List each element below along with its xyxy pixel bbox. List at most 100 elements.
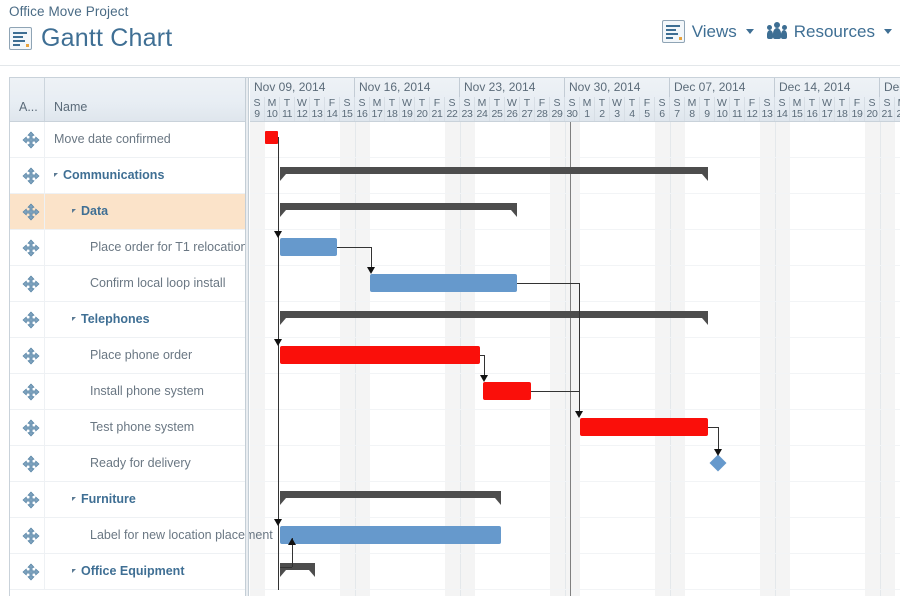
move-handle-icon[interactable] <box>22 491 40 509</box>
gantt-canvas[interactable] <box>250 122 900 596</box>
task-name-label: Move date confirmed <box>54 132 171 146</box>
task-row[interactable]: Label for new location placement <box>10 518 273 554</box>
move-handle-icon[interactable] <box>22 131 40 149</box>
timeline-day-header: M22 <box>895 97 900 121</box>
summary-bar[interactable] <box>280 311 708 318</box>
move-handle-icon[interactable] <box>22 419 40 437</box>
task-name-label: Place phone order <box>90 348 193 362</box>
task-row[interactable]: Place phone order <box>10 338 245 374</box>
move-handle-icon[interactable] <box>22 527 40 545</box>
timeline-day-header: S 21 <box>880 97 895 121</box>
timeline-day-header: F 14 <box>325 97 340 121</box>
row-gridline <box>250 517 900 518</box>
attachment-column-header[interactable]: A... <box>19 100 38 114</box>
timeline-day-header: F 19 <box>850 97 865 121</box>
task-row[interactable]: Office Equipment <box>10 554 245 590</box>
move-handle-icon[interactable] <box>22 455 40 473</box>
summary-bar-cap-left[interactable] <box>280 570 286 577</box>
move-handle-icon[interactable] <box>22 311 40 329</box>
task-row[interactable]: Telephones <box>10 302 245 338</box>
collapse-triangle-icon[interactable] <box>54 173 58 177</box>
task-name: Data <box>72 204 108 218</box>
timeline-day-header: T 25 <box>490 97 505 121</box>
summary-bar-cap-right[interactable] <box>511 210 517 217</box>
views-menu-button[interactable]: Views <box>661 20 754 43</box>
task-bar[interactable] <box>280 526 501 544</box>
gantt-view-icon <box>9 26 32 50</box>
task-name-label: Confirm local loop install <box>90 276 226 290</box>
move-handle-icon[interactable] <box>22 203 40 221</box>
column-divider <box>44 122 45 157</box>
task-bar[interactable] <box>280 238 337 256</box>
task-name: Furniture <box>72 492 136 506</box>
summary-bar[interactable] <box>280 167 708 174</box>
row-gridline <box>250 553 900 554</box>
day-number: 29 <box>551 108 563 120</box>
day-number: 24 <box>476 108 488 120</box>
day-number: 2 <box>599 108 605 120</box>
summary-bar-cap-left[interactable] <box>280 318 286 325</box>
task-name-label: Data <box>81 204 109 218</box>
task-name-label: Office Equipment <box>81 564 185 578</box>
timeline-week-label: Dec 07, 2014 <box>670 78 775 97</box>
day-number: 25 <box>491 108 503 120</box>
views-label: Views <box>691 21 737 41</box>
task-row[interactable]: Confirm local loop install <box>10 266 245 302</box>
summary-bar-cap-left[interactable] <box>280 210 286 217</box>
day-number: 16 <box>356 108 368 120</box>
collapse-triangle-icon[interactable] <box>72 569 76 573</box>
summary-bar-cap-right[interactable] <box>701 318 708 325</box>
task-row[interactable]: Place order for T1 relocation <box>10 230 248 266</box>
day-number: 22 <box>446 108 458 120</box>
summary-bar-cap-left[interactable] <box>280 174 286 181</box>
day-number: 19 <box>401 108 413 120</box>
summary-bar-cap-right[interactable] <box>701 174 708 181</box>
critical-task-bar[interactable] <box>580 418 708 436</box>
timeline-day-header: F5 <box>640 97 655 121</box>
dependency-link <box>337 247 371 248</box>
collapse-triangle-icon[interactable] <box>72 209 76 213</box>
summary-bar[interactable] <box>280 203 517 210</box>
day-number: 12 <box>296 108 308 120</box>
timeline-day-header: T 20 <box>415 97 430 121</box>
task-bar[interactable] <box>370 274 517 292</box>
task-row[interactable]: Move date confirmed <box>10 122 245 158</box>
summary-bar-cap-right[interactable] <box>494 498 501 505</box>
summary-bar-cap-left[interactable] <box>280 498 286 505</box>
task-name: Communications <box>54 168 164 182</box>
task-row[interactable]: Ready for delivery <box>10 446 245 482</box>
row-gridline <box>250 373 900 374</box>
pane-splitter[interactable] <box>245 78 249 596</box>
milestone-marker[interactable] <box>265 131 278 144</box>
critical-task-bar[interactable] <box>482 382 531 400</box>
task-row[interactable]: Communications <box>10 158 245 194</box>
task-row[interactable]: Install phone system <box>10 374 245 410</box>
column-divider <box>44 482 45 517</box>
move-handle-icon[interactable] <box>22 563 40 581</box>
collapse-triangle-icon[interactable] <box>72 317 76 321</box>
gantt-chart-app: Office Move Project Gantt Chart Views Re… <box>0 0 900 596</box>
timeline-day-header: M1 <box>580 97 595 121</box>
day-number: 17 <box>821 108 833 120</box>
move-handle-icon[interactable] <box>22 347 40 365</box>
resources-menu-button[interactable]: Resources <box>766 22 892 42</box>
column-divider <box>44 158 45 193</box>
name-column-header[interactable]: Name <box>54 100 87 114</box>
task-row[interactable]: Furniture <box>10 482 245 518</box>
move-handle-icon[interactable] <box>22 275 40 293</box>
move-handle-icon[interactable] <box>22 383 40 401</box>
milestone-diamond[interactable] <box>709 454 727 472</box>
move-handle-icon[interactable] <box>22 167 40 185</box>
critical-task-bar[interactable] <box>280 346 480 364</box>
task-row[interactable]: Data <box>10 194 245 230</box>
dependency-link <box>718 427 719 449</box>
task-row[interactable]: Test phone system <box>10 410 245 446</box>
task-name-label: Place order for T1 relocation <box>90 240 248 254</box>
collapse-triangle-icon[interactable] <box>72 497 76 501</box>
timeline-day-header: M8 <box>685 97 700 121</box>
summary-bar-cap-right[interactable] <box>308 570 315 577</box>
timeline-day-header: F 28 <box>535 97 550 121</box>
row-gridline <box>250 229 900 230</box>
move-handle-icon[interactable] <box>22 239 40 257</box>
summary-bar[interactable] <box>280 491 501 498</box>
